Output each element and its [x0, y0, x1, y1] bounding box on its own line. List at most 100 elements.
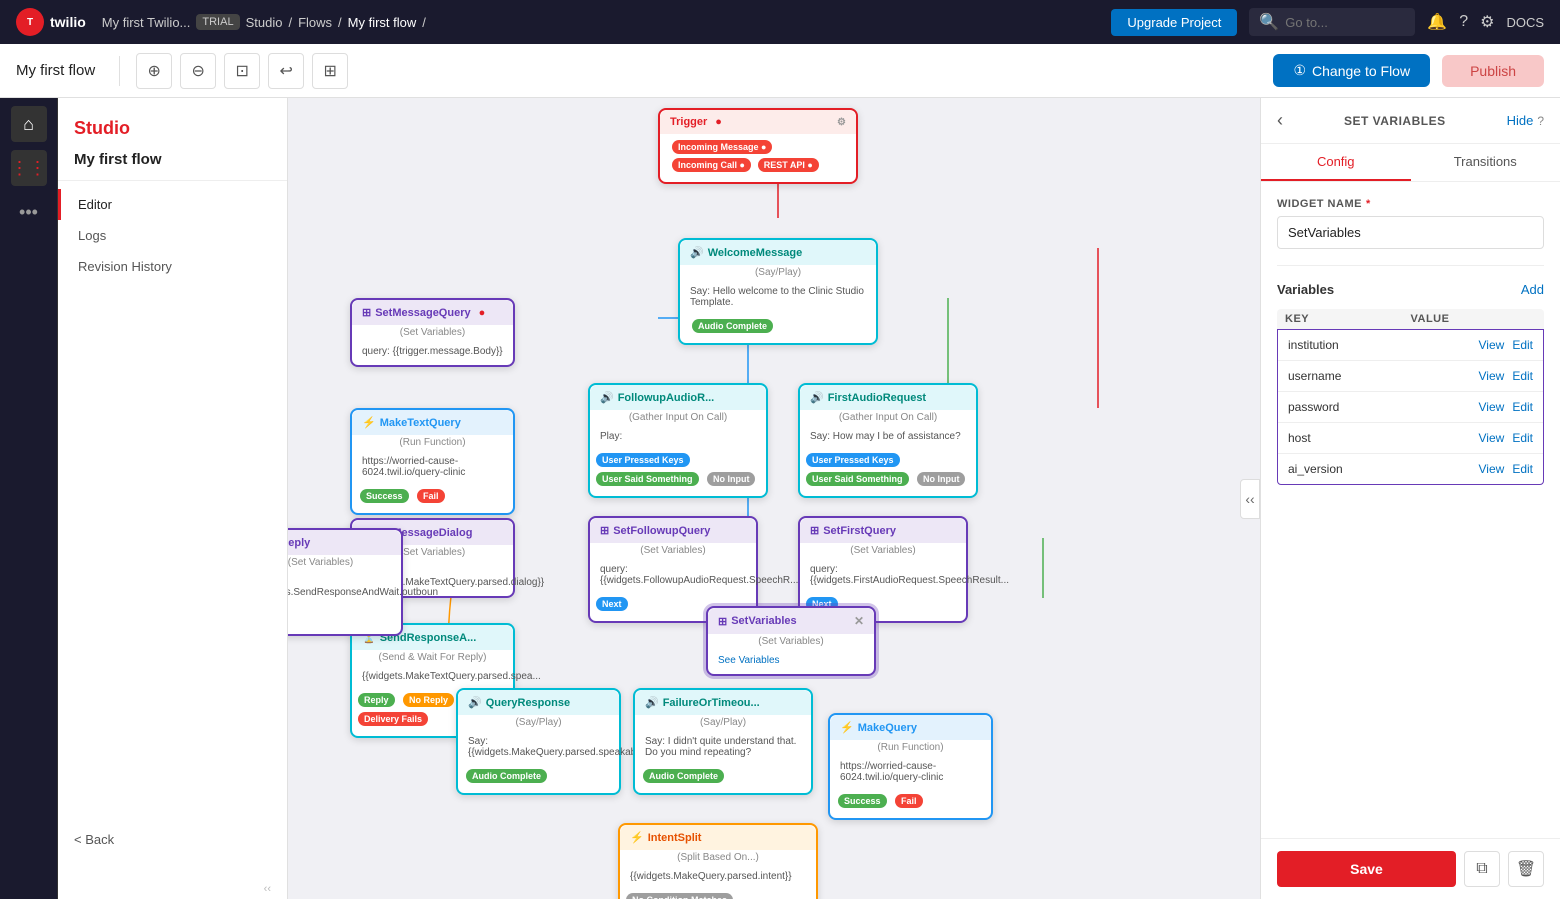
- required-star: *: [1366, 198, 1371, 210]
- mtq-header: ⚡ MakeTextQuery: [352, 410, 513, 435]
- change-flow-label: Change to Flow: [1312, 63, 1410, 79]
- ft-icon: 🔊: [645, 696, 659, 709]
- main-layout: ⌂ ⋮⋮ ••• Studio My first flow Editor Log…: [0, 98, 1560, 899]
- far-ni: No Input: [917, 472, 966, 486]
- var-edit-host[interactable]: Edit: [1512, 431, 1533, 445]
- hide-label: Hide: [1507, 113, 1534, 128]
- zoom-out-button[interactable]: ⊖: [180, 53, 216, 89]
- docs-link[interactable]: DOCS: [1506, 15, 1544, 30]
- zoom-in-button[interactable]: ⊕: [136, 53, 172, 89]
- sfq-body: query: {{widgets.FollowupAudioRequest.Sp…: [590, 560, 756, 594]
- dots-sidebar-icon[interactable]: •••: [11, 194, 47, 230]
- breadcrumb-flows[interactable]: Flows: [298, 15, 332, 30]
- make-query-node[interactable]: ⚡ MakeQuery (Run Function) https://worri…: [828, 713, 993, 820]
- bell-icon[interactable]: 🔔: [1427, 12, 1447, 32]
- welcome-header: 🔊 WelcomeMessage: [680, 240, 876, 265]
- sfq-icon: ⊞: [600, 524, 609, 537]
- qr-badge: Audio Complete: [466, 769, 547, 783]
- var-row-password: password View Edit: [1278, 392, 1543, 423]
- welcome-message-node[interactable]: 🔊 WelcomeMessage (Say/Play) Say: Hello w…: [678, 238, 878, 345]
- var-actions-institution: View Edit: [1479, 338, 1533, 352]
- var-row-institution: institution View Edit: [1278, 330, 1543, 361]
- qr-body: Say: {{widgets.MakeQuery.parsed.speakab.…: [458, 732, 619, 766]
- back-button[interactable]: < Back: [58, 820, 287, 859]
- help-icon[interactable]: ?: [1459, 13, 1468, 31]
- flow-sidebar-icon[interactable]: ⋮⋮: [11, 150, 47, 186]
- ft-title: FailureOrTimeou...: [663, 697, 760, 709]
- vars-table-body: institution View Edit username View Edit: [1277, 329, 1544, 485]
- far-upk: User Pressed Keys: [806, 453, 900, 467]
- qr-header: 🔊 QueryResponse: [458, 690, 619, 715]
- fit-button[interactable]: ⊡: [224, 53, 260, 89]
- sfiq-body: query: {{widgets.FirstAudioRequest.Speec…: [800, 560, 966, 594]
- twilio-logo-icon: T: [16, 8, 44, 36]
- publish-button[interactable]: Publish: [1442, 55, 1544, 87]
- smq-body: query: {{trigger.message.Body}}: [352, 342, 513, 365]
- top-navigation: T twilio My first Twilio... TRIAL Studio…: [0, 0, 1560, 44]
- trial-badge[interactable]: TRIAL: [196, 14, 239, 30]
- grid-button[interactable]: ⊞: [312, 53, 348, 89]
- first-audio-request-node[interactable]: 🔊 FirstAudioRequest (Gather Input On Cal…: [798, 383, 978, 498]
- var-view-password[interactable]: View: [1479, 400, 1505, 414]
- flow-title: My first flow: [16, 62, 95, 79]
- var-key-password: password: [1288, 400, 1479, 414]
- trigger-badge-rest-api: REST API ●: [758, 158, 819, 172]
- home-sidebar-icon[interactable]: ⌂: [11, 106, 47, 142]
- var-edit-institution[interactable]: Edit: [1512, 338, 1533, 352]
- query-response-node[interactable]: 🔊 QueryResponse (Say/Play) Say: {{widget…: [456, 688, 621, 795]
- sidebar-item-editor[interactable]: Editor: [58, 189, 287, 220]
- fa-uss: User Said Something: [596, 472, 699, 486]
- widget-name-input[interactable]: [1277, 216, 1544, 249]
- nav-right: Upgrade Project 🔍 🔔 ? ⚙ DOCS: [1111, 8, 1544, 36]
- add-variable-link[interactable]: Add: [1521, 282, 1544, 297]
- change-to-flow-button[interactable]: ① Change to Flow: [1273, 54, 1430, 87]
- search-input[interactable]: [1285, 15, 1405, 30]
- var-view-username[interactable]: View: [1479, 369, 1505, 383]
- var-view-institution[interactable]: View: [1479, 338, 1505, 352]
- canvas-collapse-button[interactable]: ‹‹: [1240, 479, 1260, 519]
- var-key-host: host: [1288, 431, 1479, 445]
- var-view-host[interactable]: View: [1479, 431, 1505, 445]
- sv-see-vars[interactable]: See Variables: [718, 655, 780, 666]
- far-title: FirstAudioRequest: [828, 392, 926, 404]
- make-text-query-node[interactable]: ⚡ MakeTextQuery (Run Function) https://w…: [350, 408, 515, 515]
- tab-config[interactable]: Config: [1261, 144, 1411, 181]
- var-edit-username[interactable]: Edit: [1512, 369, 1533, 383]
- sidebar-divider: [58, 180, 287, 181]
- right-panel-hide-button[interactable]: Hide ?: [1507, 113, 1544, 128]
- save-button[interactable]: Save: [1277, 851, 1456, 887]
- set-message-query-node[interactable]: ⊞ SetMessageQuery ● (Set Variables) quer…: [350, 298, 515, 367]
- copy-button[interactable]: ⧉: [1464, 851, 1500, 887]
- var-edit-ai-version[interactable]: Edit: [1512, 462, 1533, 476]
- sidebar-item-revision-history[interactable]: Revision History: [58, 251, 287, 282]
- search-box: 🔍: [1249, 8, 1415, 36]
- trigger-badge-incoming-call: Incoming Call ●: [672, 158, 751, 172]
- var-view-ai-version[interactable]: View: [1479, 462, 1505, 476]
- right-panel-collapse[interactable]: ‹: [1277, 110, 1283, 131]
- trigger-node[interactable]: Trigger ● ⚙ Incoming Message ● Incoming …: [658, 108, 858, 184]
- var-row-ai-version: ai_version View Edit: [1278, 454, 1543, 484]
- var-key-ai-version: ai_version: [1288, 462, 1479, 476]
- mtq-fail: Fail: [417, 489, 445, 503]
- upgrade-project-button[interactable]: Upgrade Project: [1111, 9, 1237, 36]
- fa-title: FollowupAudioR...: [618, 392, 715, 404]
- intent-split-node[interactable]: ⚡ IntentSplit (Split Based On...) {{widg…: [618, 823, 818, 899]
- delete-button[interactable]: 🗑: [1508, 851, 1544, 887]
- set-variables-node[interactable]: ⊞ SetVariables ✕ (Set Variables) See Var…: [706, 606, 876, 676]
- srep-body: query: {{widgets.SendResponseAndWait.out…: [288, 572, 401, 606]
- ft-badge: Audio Complete: [643, 769, 724, 783]
- set-reply-node[interactable]: ⊞ SetReply (Set Variables) query: {{widg…: [288, 528, 403, 636]
- sv-body: See Variables: [708, 651, 874, 674]
- sv-close[interactable]: ✕: [854, 614, 864, 628]
- failure-timeout-node[interactable]: 🔊 FailureOrTimeou... (Say/Play) Say: I d…: [633, 688, 813, 795]
- settings-icon[interactable]: ⚙: [1480, 12, 1494, 32]
- sidebar-item-logs[interactable]: Logs: [58, 220, 287, 251]
- undo-button[interactable]: ↩: [268, 53, 304, 89]
- right-panel-help-icon[interactable]: ?: [1537, 114, 1544, 128]
- tab-transitions[interactable]: Transitions: [1411, 144, 1560, 181]
- followup-audio-node[interactable]: 🔊 FollowupAudioR... (Gather Input On Cal…: [588, 383, 768, 498]
- srep-title: SetReply: [288, 537, 310, 549]
- sfiq-header: ⊞ SetFirstQuery: [800, 518, 966, 543]
- var-edit-password[interactable]: Edit: [1512, 400, 1533, 414]
- sidebar: Studio My first flow Editor Logs Revisio…: [58, 98, 288, 899]
